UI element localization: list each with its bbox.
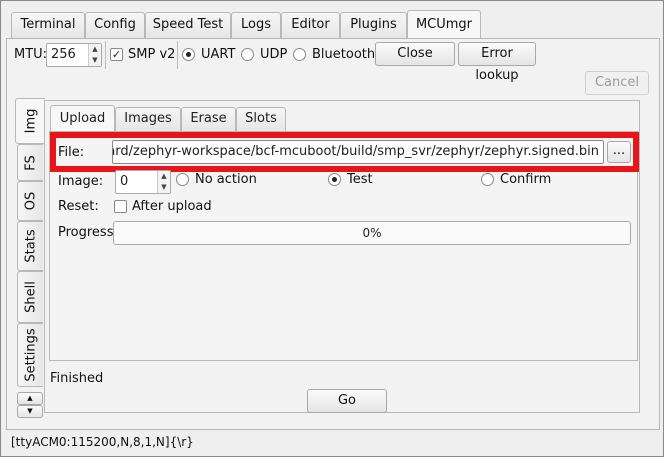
separator [105,41,106,69]
side-tab-fs-label: FS [23,154,38,171]
side-tab-img-label: Img [23,108,38,134]
status-bar-text: [ttyACM0:115200,N,8,1,N]{\r} [11,435,194,449]
tab-config[interactable]: Config [85,12,145,38]
tab-terminal[interactable]: Terminal [11,12,85,38]
tab-mcumgr[interactable]: MCUmgr [407,10,481,39]
after-upload-checkbox[interactable] [114,200,127,213]
progress-bar: 0% [113,221,631,245]
side-tab-img[interactable]: Img [15,98,45,144]
image-label: Image: [58,174,104,189]
scroll-up-icon[interactable]: ▲ [17,392,43,405]
uart-radio[interactable] [182,48,195,61]
spin-down-icon[interactable]: ▼ [157,182,170,193]
side-tab-stats-label: Stats [23,229,38,263]
cancel-button[interactable]: Cancel [585,71,649,95]
error-lookup-button[interactable]: Error lookup [458,42,536,83]
separator [177,41,178,69]
side-tab-settings[interactable]: Settings [17,323,43,387]
side-tab-shell[interactable]: Shell [17,271,43,323]
no-action-label: No action [195,172,257,187]
image-value: 0 [120,174,129,189]
uart-label: UART [201,47,236,62]
status-text: Finished [50,371,104,386]
udp-label: UDP [260,47,288,62]
side-tab-stats[interactable]: Stats [17,221,43,271]
bluetooth-radio[interactable] [293,48,306,61]
side-tab-shell-label: Shell [23,281,38,313]
spin-up-icon[interactable]: ▲ [88,44,101,55]
image-spinbox[interactable]: 0 ▲ ▼ [115,170,171,194]
smp-v2-label: SMP v2 [128,47,176,62]
smp-v2-checkbox[interactable]: ✓ [110,48,123,61]
tab-plugins[interactable]: Plugins [340,12,407,38]
side-tab-os-label: OS [23,191,38,211]
bluetooth-label: Bluetooth [312,47,376,62]
subtab-images[interactable]: Images [115,107,181,131]
mtu-value: 256 [51,47,76,62]
tab-speed-test[interactable]: Speed Test [145,12,231,38]
subtab-erase[interactable]: Erase [181,107,236,131]
side-tab-settings-label: Settings [23,328,38,382]
mtu-spinbox[interactable]: 256 ▲ ▼ [46,43,102,67]
after-upload-label: After upload [132,199,212,214]
confirm-radio[interactable] [481,173,494,186]
side-tab-fs[interactable]: FS [17,144,43,181]
checkmark-icon: ✓ [111,48,122,61]
progress-label: Progress: [58,225,118,240]
spin-up-icon[interactable]: ▲ [157,171,170,182]
tab-editor[interactable]: Editor [281,12,340,38]
close-button[interactable]: Close [375,42,455,66]
scroll-down-icon[interactable]: ▼ [17,405,43,418]
spin-down-icon[interactable]: ▼ [88,55,101,66]
test-radio[interactable] [328,173,341,186]
mtu-label: MTU: [14,47,48,62]
tab-logs[interactable]: Logs [231,12,281,38]
main-window: Terminal Config Speed Test Logs Editor P… [0,0,664,457]
subtab-upload[interactable]: Upload [50,105,115,132]
progress-text: 0% [362,226,382,240]
udp-radio[interactable] [241,48,254,61]
test-label: Test [347,172,373,187]
go-button[interactable]: Go [307,389,387,413]
file-row-highlight [50,132,639,172]
subtab-slots[interactable]: Slots [236,107,286,131]
confirm-label: Confirm [500,172,552,187]
reset-label: Reset: [58,199,99,214]
no-action-radio[interactable] [176,173,189,186]
side-tab-os[interactable]: OS [17,181,43,221]
